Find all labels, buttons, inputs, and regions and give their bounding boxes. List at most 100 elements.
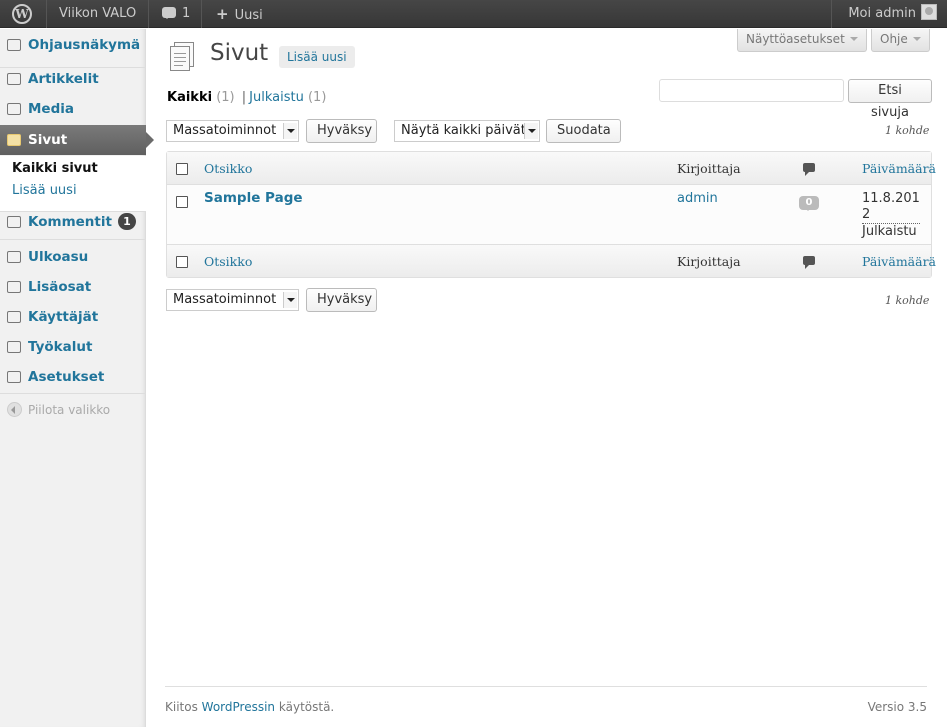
sidebar-item-label: Artikkelit xyxy=(28,71,99,87)
sidebar-item-settings[interactable]: Asetukset xyxy=(0,362,146,392)
admin-bar-new-label: Uusi xyxy=(234,8,263,23)
users-icon xyxy=(7,311,21,323)
wordpress-logo-button[interactable]: W xyxy=(0,0,46,28)
screen-options-button[interactable]: Näyttöasetukset xyxy=(737,29,867,52)
admin-bar-new-button[interactable]: + Uusi xyxy=(216,0,263,28)
sidebar-item-label: Asetukset xyxy=(28,369,105,385)
search-input[interactable] xyxy=(659,79,844,102)
admin-bar-divider xyxy=(201,0,202,28)
dropdown-caret-icon xyxy=(524,123,538,139)
sidebar-item-pages[interactable]: Sivut xyxy=(0,125,154,155)
sidebar-item-media[interactable]: Media xyxy=(0,94,146,124)
account-greeting: Moi admin xyxy=(848,6,916,21)
date-cell: 11.8.201 2 Julkaistu xyxy=(862,191,920,240)
footer-thanks: Kiitos WordPressin käytöstä. xyxy=(165,700,335,714)
menu-divider xyxy=(0,239,146,240)
admin-sidebar: Ohjausnäkymä Artikkelit Media Sivut Kaik… xyxy=(0,29,154,727)
avatar-icon xyxy=(921,4,937,20)
pages-icon xyxy=(168,42,198,72)
help-button[interactable]: Ohje xyxy=(871,29,930,52)
chevron-down-icon xyxy=(849,37,858,41)
wordpress-logo-icon: W xyxy=(12,4,32,24)
sidebar-item-posts[interactable]: Artikkelit xyxy=(0,64,146,94)
footer-divider xyxy=(165,686,927,687)
page-title-link[interactable]: Sample Page xyxy=(204,190,303,206)
pages-submenu: Kaikki sivut Lisää uusi xyxy=(0,156,146,212)
bulk-actions-value: Massatoiminnot xyxy=(173,292,277,307)
table-footer: Otsikko Kirjoittaja Päivämäärä xyxy=(167,244,936,277)
items-count-top: 1 kohde xyxy=(885,124,930,137)
comment-count-bubble[interactable]: 0 xyxy=(799,196,819,211)
chevron-down-icon xyxy=(912,37,921,41)
sidebar-item-plugins[interactable]: Lisäosat xyxy=(0,272,146,302)
help-label: Ohje xyxy=(880,32,908,46)
sidebar-item-label: Media xyxy=(28,101,74,117)
collapse-arrow-icon xyxy=(7,402,22,417)
column-title-header[interactable]: Otsikko xyxy=(204,161,252,176)
page-title: Sivut xyxy=(210,40,269,66)
admin-bar-comments-link[interactable]: 1 xyxy=(162,0,190,28)
items-count-bottom: 1 kohde xyxy=(885,294,930,307)
footer-version: Versio 3.5 xyxy=(867,700,927,714)
plus-icon: + xyxy=(216,5,229,23)
dashboard-icon xyxy=(7,39,21,51)
filter-button[interactable]: Suodata xyxy=(546,119,621,143)
sidebar-item-label: Työkalut xyxy=(28,339,93,355)
sidebar-item-appearance[interactable]: Ulkoasu xyxy=(0,242,146,272)
sidebar-item-label: Kommentit 1 xyxy=(28,207,136,237)
filter-published-count: (1) xyxy=(307,90,327,105)
dropdown-caret-icon xyxy=(283,123,297,139)
my-account-menu[interactable]: Moi admin xyxy=(848,0,937,28)
column-date-footer[interactable]: Päivämäärä xyxy=(862,254,936,269)
select-all-checkbox[interactable] xyxy=(176,163,188,175)
appearance-icon xyxy=(7,251,21,263)
search-pages-button[interactable]: Etsi sivuja xyxy=(848,79,932,120)
table-row: Sample Page admin 0 11.8.201 2 Julkaistu xyxy=(167,185,931,244)
sidebar-item-label: Sivut xyxy=(28,132,68,148)
row-checkbox[interactable] xyxy=(176,196,188,208)
bulk-actions-select-top[interactable]: Massatoiminnot xyxy=(166,120,299,142)
column-date-header[interactable]: Päivämäärä xyxy=(862,161,936,176)
sidebar-item-tools[interactable]: Työkalut xyxy=(0,332,146,362)
site-name-link[interactable]: Viikon VALO xyxy=(59,0,136,28)
status-text: Julkaistu xyxy=(862,224,917,239)
bulk-actions-select-bottom[interactable]: Massatoiminnot xyxy=(166,289,299,311)
sidebar-item-comments[interactable]: Kommentit 1 xyxy=(0,207,146,237)
dropdown-caret-icon xyxy=(283,292,297,308)
sidebar-item-users[interactable]: Käyttäjät xyxy=(0,302,146,332)
tools-icon xyxy=(7,341,21,353)
admin-bar-divider xyxy=(831,0,832,28)
column-title-footer[interactable]: Otsikko xyxy=(204,254,252,269)
add-new-page-button[interactable]: Lisää uusi xyxy=(279,46,355,68)
table-header: Otsikko Kirjoittaja Päivämäärä xyxy=(167,152,936,185)
sidebar-item-label: Ulkoasu xyxy=(28,249,89,265)
submenu-add-new[interactable]: Lisää uusi xyxy=(12,183,77,198)
collapse-menu-button[interactable]: Piilota valikko xyxy=(7,401,110,419)
filter-published-link[interactable]: Julkaistu xyxy=(249,90,304,105)
date-value: 11.8.201 2 xyxy=(862,191,920,224)
submenu-all-pages[interactable]: Kaikki sivut xyxy=(12,161,98,176)
date-filter-value: Näytä kaikki päivät xyxy=(401,123,526,138)
bulk-actions-value: Massatoiminnot xyxy=(173,123,277,138)
comments-column-icon[interactable] xyxy=(803,256,815,269)
sidebar-item-label: Käyttäjät xyxy=(28,309,99,325)
sidebar-item-dashboard[interactable]: Ohjausnäkymä xyxy=(0,30,146,60)
status-filter-links: Kaikki (1) | Julkaistu (1) xyxy=(167,90,326,105)
sidebar-item-label: Ohjausnäkymä xyxy=(28,37,141,53)
apply-button-top[interactable]: Hyväksy xyxy=(306,119,377,143)
comment-bubble-icon xyxy=(162,7,176,19)
column-author-footer: Kirjoittaja xyxy=(677,254,741,269)
select-all-checkbox-footer[interactable] xyxy=(176,256,188,268)
comments-count-badge: 1 xyxy=(117,213,136,230)
column-author-header: Kirjoittaja xyxy=(677,161,741,176)
author-link[interactable]: admin xyxy=(677,191,718,206)
wordpress-link[interactable]: WordPressin xyxy=(202,700,275,714)
pages-table: Otsikko Kirjoittaja Päivämäärä Sample Pa… xyxy=(166,151,936,278)
comments-column-icon[interactable] xyxy=(803,163,815,176)
apply-button-bottom[interactable]: Hyväksy xyxy=(306,288,377,312)
admin-bar-comments-count: 1 xyxy=(182,6,191,21)
date-filter-select[interactable]: Näytä kaikki päivät xyxy=(394,120,540,142)
collapse-menu-label: Piilota valikko xyxy=(28,403,111,417)
settings-icon xyxy=(7,371,21,383)
filter-all-link[interactable]: Kaikki xyxy=(167,90,212,105)
